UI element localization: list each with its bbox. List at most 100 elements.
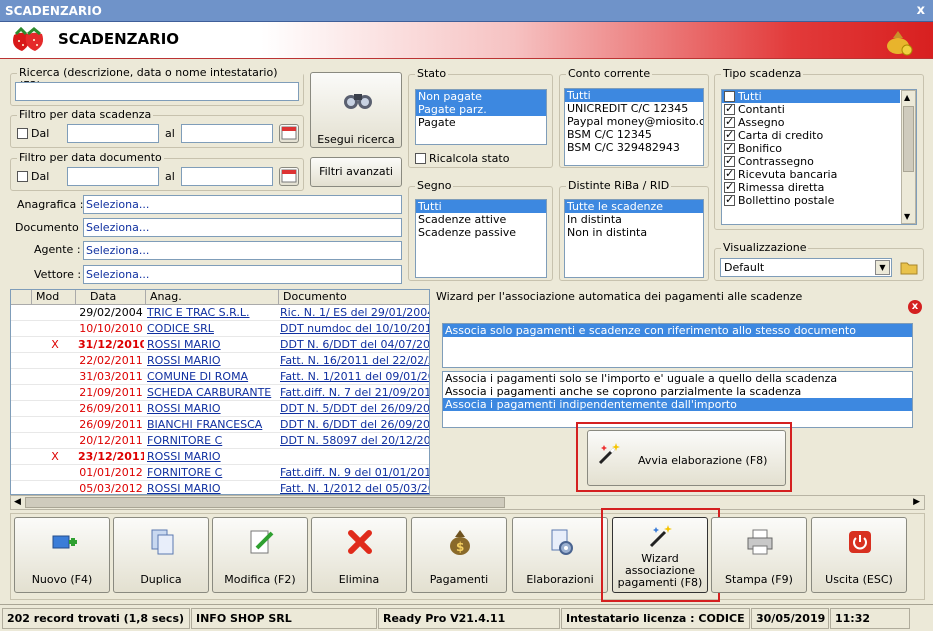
table-row[interactable]: 22/02/2011 ROSSI MARIO Fatt. N. 16/2011 de… [11, 353, 429, 369]
vettore-select[interactable]: Seleziona... [83, 265, 402, 284]
tipo-checkbox[interactable] [724, 193, 735, 206]
tipo-scroll-thumb[interactable] [903, 106, 914, 172]
calendar-due-button[interactable] [279, 124, 299, 143]
table-row[interactable]: X 23/12/2011 ROSSI MARIO [11, 449, 429, 465]
chevron-down-icon[interactable]: ▼ [875, 260, 890, 275]
scadenze-grid[interactable]: Mod Data Anag. Documento 29/02/2004 TRIC … [10, 289, 430, 495]
tipo-item[interactable]: Bollettino postale [722, 193, 900, 207]
list-item[interactable]: BSM C/C 329482943 [565, 141, 703, 154]
grid-cell-anag[interactable]: CODICE SRL [147, 322, 277, 335]
duplicate-button[interactable]: Duplica [113, 517, 209, 593]
grid-cell-documento[interactable]: Fatt. N. 1/2012 del 05/03/2012 [280, 482, 429, 494]
folder-button[interactable] [899, 258, 919, 277]
table-row[interactable]: 26/09/2011 ROSSI MARIO DDT N. 5/DDT del 26… [11, 401, 429, 417]
grid-cell-anag[interactable]: ROSSI MARIO [147, 338, 277, 351]
grid-cell-anag[interactable]: ROSSI MARIO [147, 354, 277, 367]
anagrafica-select[interactable]: Seleziona... [83, 195, 402, 214]
documento-select[interactable]: Seleziona... [83, 218, 402, 237]
agente-select[interactable]: Seleziona... [83, 241, 402, 260]
tipo-checkbox[interactable] [724, 141, 735, 154]
exit-button[interactable]: Uscita (ESC) [811, 517, 907, 593]
close-icon[interactable]: x [917, 3, 925, 18]
grid-cell-documento[interactable]: DDT N. 58097 del 20/12/2011 [280, 434, 429, 447]
grid-header-data[interactable]: Data [76, 290, 146, 305]
grid-cell-documento[interactable]: Fatt. N. 16/2011 del 22/02/2011 [280, 354, 429, 367]
grid-cell-documento[interactable]: DDT numdoc del 10/10/2010 [280, 322, 429, 335]
tipo-item[interactable]: Contrassegno [722, 154, 900, 168]
list-item[interactable]: Tutti [416, 200, 546, 213]
wizard-close-icon[interactable]: x [908, 300, 922, 314]
list-item[interactable]: Pagate parz. [416, 103, 546, 116]
grid-cell-anag[interactable]: BIANCHI FRANCESCA [147, 418, 277, 431]
table-row[interactable]: 10/10/2010 CODICE SRL DDT numdoc del 10/10… [11, 321, 429, 337]
scroll-up-icon[interactable]: ▲ [904, 93, 910, 102]
grid-cell-anag[interactable]: ROSSI MARIO [147, 402, 277, 415]
filter-due-to-input[interactable] [181, 124, 273, 143]
grid-cell-anag[interactable]: TRIC E TRAC S.R.L. [147, 306, 277, 319]
search-input[interactable] [15, 82, 299, 101]
grid-cell-documento[interactable]: Fatt. N. 1/2011 del 09/01/2011 [280, 370, 429, 383]
grid-cell-anag[interactable]: FORNITORE C [147, 434, 277, 447]
grid-hscroll-thumb[interactable] [25, 497, 505, 508]
tipo-checkbox[interactable] [724, 102, 735, 115]
grid-header-mod[interactable]: Mod [32, 290, 76, 305]
grid-cell-anag[interactable]: ROSSI MARIO [147, 482, 277, 494]
filter-doc-checkbox[interactable] [17, 171, 28, 182]
wizard-list-amount[interactable]: Associa i pagamenti solo se l'importo e'… [442, 371, 913, 428]
grid-cell-documento[interactable]: DDT N. 6/DDT del 04/07/2005 [280, 338, 429, 351]
table-row[interactable]: 31/03/2011 COMUNE DI ROMA Fatt. N. 1/2011 … [11, 369, 429, 385]
tipo-item[interactable]: Carta di credito [722, 128, 900, 142]
tipo-checkbox[interactable] [724, 154, 735, 167]
grid-cell-anag[interactable]: FORNITORE C [147, 466, 277, 479]
conto-list[interactable]: Tutti UNICREDIT C/C 12345 Paypal money@m… [564, 88, 704, 166]
payments-button[interactable]: $ Pagamenti [411, 517, 507, 593]
tipo-checkbox[interactable] [724, 180, 735, 193]
tipo-item[interactable]: Bonifico [722, 141, 900, 155]
list-item[interactable]: Associa i pagamenti solo se l'importo e'… [443, 372, 912, 385]
list-item[interactable]: In distinta [565, 213, 703, 226]
filter-doc-from-input[interactable] [67, 167, 159, 186]
visual-select[interactable]: Default ▼ [720, 258, 892, 277]
list-item[interactable]: Tutti [565, 89, 703, 102]
table-row[interactable]: X 31/12/2010 ROSSI MARIO DDT N. 6/DDT del 0… [11, 337, 429, 353]
tipo-item[interactable]: Assegno [722, 115, 900, 129]
print-button[interactable]: Stampa (F9) [711, 517, 807, 593]
table-row[interactable]: 20/12/2011 FORNITORE C DDT N. 58097 del 20… [11, 433, 429, 449]
new-button[interactable]: Nuovo (F4) [14, 517, 110, 593]
tipo-checkbox[interactable] [724, 167, 735, 180]
scroll-right-icon[interactable]: ▶ [913, 497, 920, 507]
list-item[interactable]: Tutte le scadenze [565, 200, 703, 213]
search-button[interactable]: Esegui ricerca [310, 72, 402, 148]
wizard-list-document[interactable]: Associa solo pagamenti e scadenze con ri… [442, 323, 913, 368]
tipo-item[interactable]: Ricevuta bancaria [722, 167, 900, 181]
list-item[interactable]: UNICREDIT C/C 12345 [565, 102, 703, 115]
advanced-filters-button[interactable]: Filtri avanzati [310, 157, 402, 187]
list-item[interactable]: Scadenze attive [416, 213, 546, 226]
tipo-checkbox[interactable] [724, 128, 735, 141]
tipo-list[interactable]: TuttiContantiAssegnoCarta di creditoBoni… [721, 89, 917, 225]
grid-cell-documento[interactable]: DDT N. 6/DDT del 26/09/2011 [280, 418, 429, 431]
table-row[interactable]: 01/01/2012 FORNITORE C Fatt.diff. N. 9 del… [11, 465, 429, 481]
list-item[interactable]: Scadenze passive [416, 226, 546, 239]
stato-list[interactable]: Non pagate Pagate parz. Pagate [415, 89, 547, 145]
table-row[interactable]: 26/09/2011 BIANCHI FRANCESCA DDT N. 6/DDT … [11, 417, 429, 433]
tipo-checkbox[interactable] [724, 115, 735, 128]
grid-cell-anag[interactable]: ROSSI MARIO [147, 450, 277, 463]
list-item[interactable]: Non pagate [416, 90, 546, 103]
list-item[interactable]: Associa i pagamenti indipendentemente da… [443, 398, 912, 411]
tipo-checkbox[interactable] [724, 90, 735, 102]
scroll-down-icon[interactable]: ▼ [904, 212, 910, 221]
grid-cell-documento[interactable]: Fatt.diff. N. 7 del 21/09/2011 [280, 386, 429, 399]
filter-due-from-input[interactable] [67, 124, 159, 143]
list-item[interactable]: Associa solo pagamenti e scadenze con ri… [443, 324, 912, 337]
list-item[interactable]: BSM C/C 12345 [565, 128, 703, 141]
grid-cell-documento[interactable]: Ric. N. 1/ ES del 29/01/2004 [280, 306, 429, 319]
segno-list[interactable]: Tutti Scadenze attive Scadenze passive [415, 199, 547, 278]
list-item[interactable]: Pagate [416, 116, 546, 129]
list-item[interactable]: Associa i pagamenti anche se coprono par… [443, 385, 912, 398]
grid-cell-documento[interactable]: DDT N. 5/DDT del 26/09/2011 [280, 402, 429, 415]
grid-cell-anag[interactable]: COMUNE DI ROMA [147, 370, 277, 383]
tipo-item[interactable]: Tutti [722, 90, 900, 103]
table-row[interactable]: 05/03/2012 ROSSI MARIO Fatt. N. 1/2012 del… [11, 481, 429, 494]
list-item[interactable]: Paypal money@miosito.com [565, 115, 703, 128]
